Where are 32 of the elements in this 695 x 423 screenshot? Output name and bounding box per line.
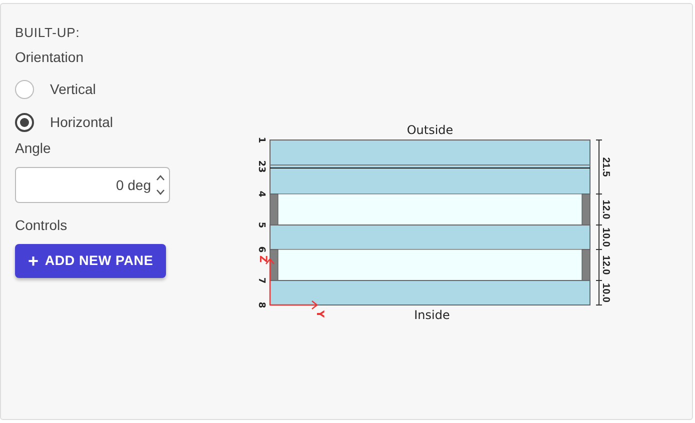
outside-label: Outside [406, 123, 454, 137]
spacer [582, 249, 590, 281]
boundary-label: 23 [256, 160, 266, 173]
radio-button[interactable] [15, 80, 34, 99]
spacer [582, 194, 590, 226]
spacer [270, 194, 278, 226]
boundary-label: 1 [256, 136, 266, 144]
radio-label[interactable]: Horizontal [50, 112, 114, 133]
field-label: Controls [15, 216, 68, 234]
dimension-label: 12.0 [600, 255, 611, 275]
boundary-label: 8 [256, 302, 266, 308]
boundary-label: 6 [256, 246, 266, 253]
dimension-label: 10.0 [600, 228, 611, 247]
boundary-label: 4 [256, 190, 266, 198]
boundary-label: 5 [256, 222, 266, 228]
section-title: BUILT-UP: [15, 24, 80, 42]
axis-label: Y [314, 310, 325, 318]
number-field[interactable]: 0 deg [15, 166, 170, 202]
field-label: Angle [15, 138, 51, 158]
dimension-label: 10.0 [600, 283, 611, 302]
add-pane-button[interactable]: + ADD NEW PANE [15, 244, 166, 278]
boundary-label: 7 [256, 277, 266, 284]
dimension-label: 21.5 [600, 157, 611, 177]
field-label: Orientation [15, 48, 84, 66]
radio-button[interactable] [15, 113, 34, 132]
axis-label: Z [257, 255, 268, 263]
y-axis-arrow [270, 300, 318, 310]
z-axis-arrow [266, 258, 274, 305]
dimension-label: 12.0 [600, 200, 611, 220]
inside-label: Inside [414, 308, 450, 322]
radio-label[interactable]: Vertical [50, 79, 96, 100]
spinner-icon[interactable] [156, 174, 165, 196]
